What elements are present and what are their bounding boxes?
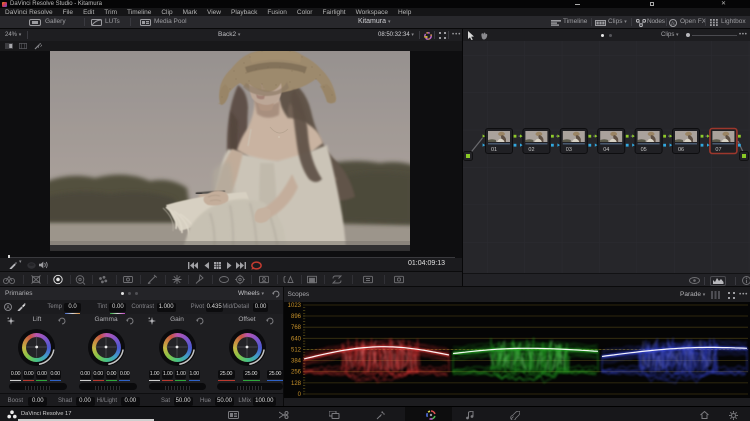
svg-text:768: 768 [291,325,302,331]
svg-text:04: 04 [603,147,609,153]
svg-text:512: 512 [291,348,302,354]
svg-text:256: 256 [291,370,302,376]
svg-text:02: 02 [528,147,534,153]
svg-text:06: 06 [678,147,684,153]
svg-text:128: 128 [291,381,302,387]
svg-text:896: 896 [291,314,302,320]
svg-text:1023: 1023 [288,303,302,309]
svg-text:640: 640 [291,336,302,342]
svg-text:01: 01 [491,147,497,153]
svg-text:07: 07 [715,147,721,153]
svg-text:384: 384 [291,359,302,365]
svg-text:03: 03 [566,147,572,153]
svg-text:05: 05 [641,147,647,153]
